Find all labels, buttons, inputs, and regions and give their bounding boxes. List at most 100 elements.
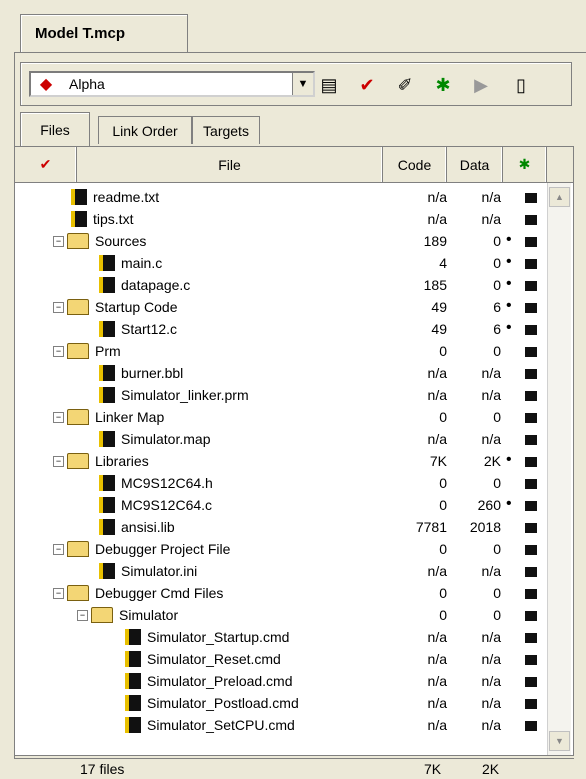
folder-icon	[67, 343, 89, 359]
folder-icon	[67, 233, 89, 249]
touch-column-header[interactable]: ✔	[15, 147, 77, 182]
file-icon	[99, 519, 115, 535]
debug-toggle-icon[interactable]	[525, 721, 537, 731]
vertical-scrollbar[interactable]: ▲ ▼	[547, 183, 571, 755]
debug-toggle-icon[interactable]	[525, 589, 537, 599]
collapse-icon[interactable]: −	[53, 587, 64, 599]
file-icon	[125, 695, 141, 711]
list-item[interactable]: Simulator_Reset.cmd n/a n/a	[15, 649, 547, 671]
status-file-count: 17 files	[80, 761, 125, 777]
list-item[interactable]: − Simulator 0 0	[15, 605, 547, 627]
list-item[interactable]: main.c 4 0 •	[15, 253, 547, 275]
tab-link-order[interactable]: Link Order	[98, 116, 192, 144]
data-column-header[interactable]: Data	[447, 147, 503, 182]
project-inspector-icon[interactable]: ▯	[509, 73, 533, 97]
list-item[interactable]: tips.txt n/a n/a	[15, 209, 547, 231]
list-item[interactable]: Simulator_Postload.cmd n/a n/a	[15, 693, 547, 715]
collapse-icon[interactable]: −	[53, 301, 64, 313]
file-icon	[99, 365, 115, 381]
debug-toggle-icon[interactable]	[525, 633, 537, 643]
debug-toggle-icon[interactable]	[525, 413, 537, 423]
file-column-header[interactable]: File	[77, 147, 383, 182]
debug-toggle-icon[interactable]	[525, 435, 537, 445]
debug-toggle-icon[interactable]	[525, 325, 537, 335]
list-item[interactable]: MC9S12C64.h 0 0	[15, 473, 547, 495]
list-item[interactable]: Simulator.map n/a n/a	[15, 429, 547, 451]
collapse-icon[interactable]: −	[53, 411, 64, 423]
list-item[interactable]: Simulator_SetCPU.cmd n/a n/a	[15, 715, 547, 737]
scroll-down-icon[interactable]: ▼	[549, 731, 570, 751]
debug-column-header[interactable]: ✱	[503, 147, 547, 182]
target-settings-icon[interactable]: ▤	[317, 73, 341, 97]
list-item[interactable]: datapage.c 185 0 •	[15, 275, 547, 297]
folder-icon	[67, 453, 89, 469]
list-item[interactable]: burner.bbl n/a n/a	[15, 363, 547, 385]
list-item[interactable]: − Debugger Project File 0 0	[15, 539, 547, 561]
status-data-total: 2K	[482, 761, 500, 777]
project-title: Model T.mcp	[35, 25, 126, 42]
debug-toggle-icon[interactable]	[525, 237, 537, 247]
list-item[interactable]: − Sources 189 0 •	[15, 231, 547, 253]
debug-toggle-icon[interactable]	[525, 259, 537, 269]
file-icon	[71, 211, 87, 227]
file-icon	[125, 651, 141, 667]
debug-toggle-icon[interactable]	[525, 677, 537, 687]
list-item[interactable]: − Libraries 7K 2K •	[15, 451, 547, 473]
list-item[interactable]: − Startup Code 49 6 •	[15, 297, 547, 319]
list-item[interactable]: Simulator_Preload.cmd n/a n/a	[15, 671, 547, 693]
chevron-down-icon[interactable]: ▼	[292, 73, 313, 95]
debug-toggle-icon[interactable]	[525, 303, 537, 313]
list-item[interactable]: Simulator_linker.prm n/a n/a	[15, 385, 547, 407]
target-select[interactable]: ◆ Alpha ▼	[29, 71, 315, 97]
tab-targets[interactable]: Targets	[192, 116, 260, 144]
debug-toggle-icon[interactable]	[525, 611, 537, 621]
list-item[interactable]: MC9S12C64.c 0 260 •	[15, 495, 547, 517]
project-window-tab[interactable]: Model T.mcp	[20, 14, 188, 52]
debug-toggle-icon[interactable]	[525, 369, 537, 379]
list-item[interactable]: Simulator.ini n/a n/a	[15, 561, 547, 583]
list-item[interactable]: Simulator_Startup.cmd n/a n/a	[15, 627, 547, 649]
debug-toggle-icon[interactable]	[525, 193, 537, 203]
target-icon: ◆	[39, 76, 53, 93]
code-column-header[interactable]: Code	[383, 147, 447, 182]
collapse-icon[interactable]: −	[53, 455, 64, 467]
debug-toggle-icon[interactable]	[525, 545, 537, 555]
debug-toggle-icon[interactable]	[525, 347, 537, 357]
debug-icon: ✱	[518, 156, 531, 172]
debug-toggle-icon[interactable]	[525, 567, 537, 577]
file-icon	[99, 431, 115, 447]
list-item[interactable]: − Debugger Cmd Files 0 0	[15, 583, 547, 605]
status-code-total: 7K	[424, 761, 442, 777]
tab-files[interactable]: Files	[20, 112, 90, 146]
file-icon	[125, 673, 141, 689]
debug-toggle-icon[interactable]	[525, 699, 537, 709]
make-icon[interactable]: ✐	[393, 73, 417, 97]
folder-icon	[67, 299, 89, 315]
debug-toggle-icon[interactable]	[525, 457, 537, 467]
list-item[interactable]: readme.txt n/a n/a	[15, 187, 547, 209]
debug-toggle-icon[interactable]	[525, 281, 537, 291]
collapse-icon[interactable]: −	[53, 235, 64, 247]
list-item[interactable]: − Prm 0 0	[15, 341, 547, 363]
folder-icon	[67, 541, 89, 557]
check-icon[interactable]: ✔	[355, 73, 379, 97]
debug-toggle-icon[interactable]	[525, 215, 537, 225]
debug-toggle-icon[interactable]	[525, 501, 537, 511]
folder-icon	[67, 409, 89, 425]
list-item[interactable]: − Linker Map 0 0	[15, 407, 547, 429]
scroll-up-icon[interactable]: ▲	[549, 187, 570, 207]
debug-toggle-icon[interactable]	[525, 391, 537, 401]
list-item[interactable]: ansisi.lib 7781 2018	[15, 517, 547, 539]
debug-toggle-icon[interactable]	[525, 655, 537, 665]
file-icon	[99, 497, 115, 513]
collapse-icon[interactable]: −	[53, 345, 64, 357]
collapse-icon[interactable]: −	[53, 543, 64, 555]
collapse-icon[interactable]: −	[77, 609, 88, 621]
debug-toggle-icon[interactable]	[525, 479, 537, 489]
debug-icon[interactable]: ✱	[431, 73, 455, 97]
file-icon	[99, 563, 115, 579]
list-item[interactable]: Start12.c 49 6 •	[15, 319, 547, 341]
run-icon[interactable]: ▶	[469, 73, 493, 97]
file-icon	[99, 321, 115, 337]
debug-toggle-icon[interactable]	[525, 523, 537, 533]
